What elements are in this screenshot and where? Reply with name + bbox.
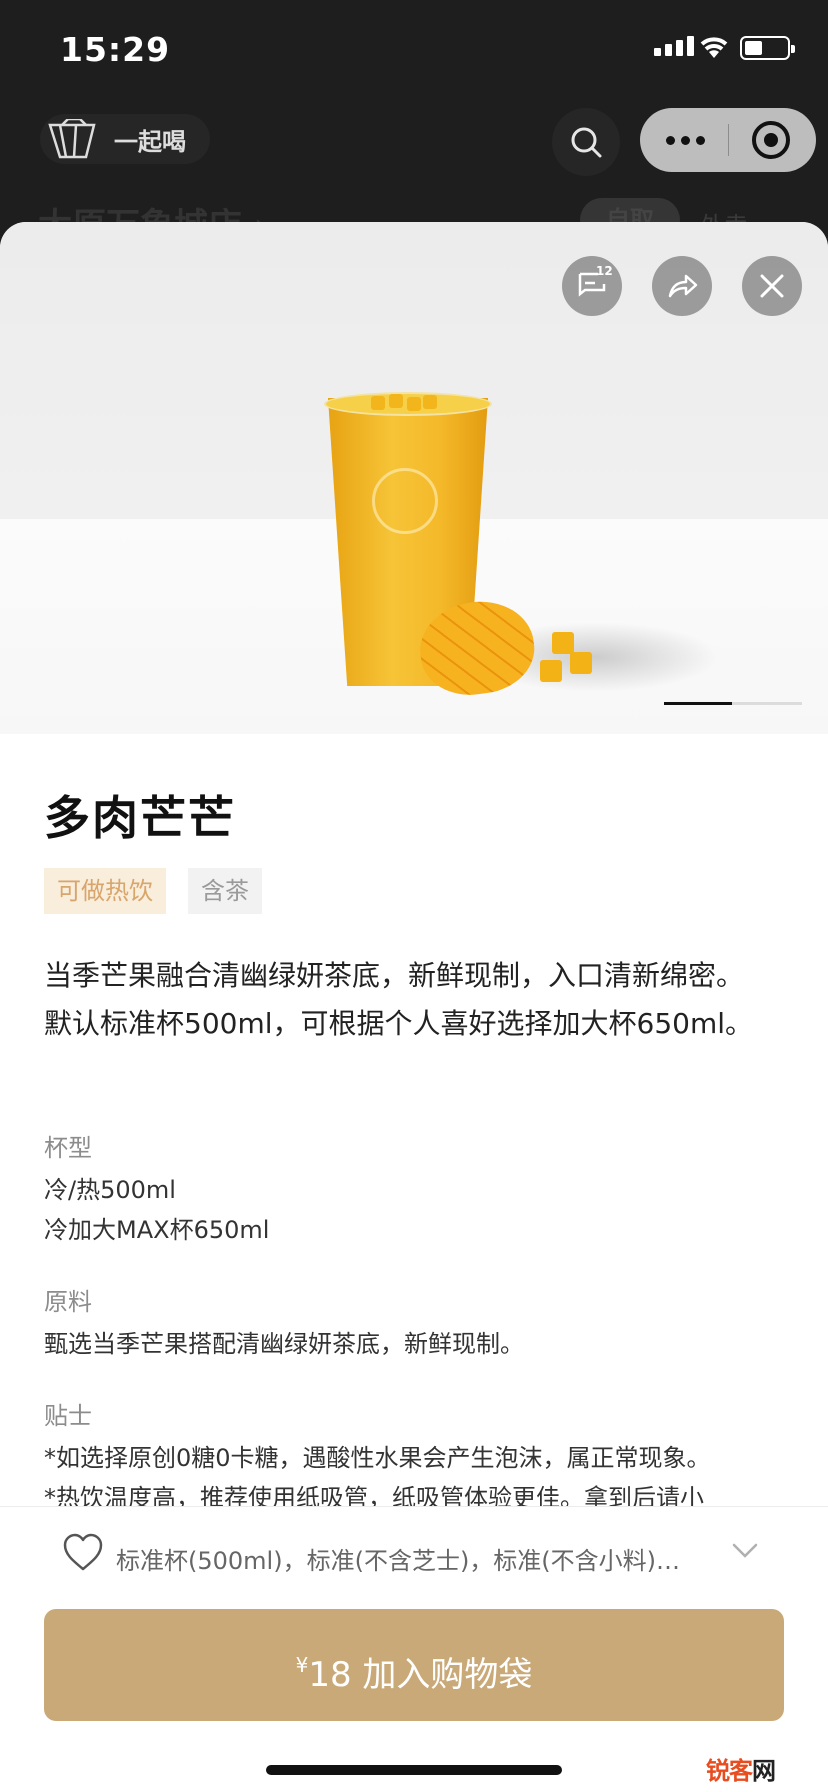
tip-line: *如选择原创0糖0卡糖，遇酸性水果会产生泡沫，属正常现象。 (44, 1444, 711, 1472)
pager-active (664, 702, 732, 705)
tag-hot-drink: 可做热饮 (44, 868, 166, 914)
cup-logo (372, 468, 438, 534)
top-nav: 一起喝 太原万象城店 › 自取 外卖 (0, 100, 828, 246)
watermark-part1: 锐客 (706, 1757, 753, 1785)
share-button[interactable] (652, 256, 712, 316)
price-currency: ¥ (295, 1653, 309, 1677)
close-button[interactable] (742, 256, 802, 316)
wifi-icon (700, 37, 728, 58)
product-title: 多肉芒芒 (44, 791, 236, 845)
favorite-heart-icon[interactable] (62, 1533, 104, 1573)
add-to-bag-button[interactable]: ¥18 加入购物袋 (44, 1609, 784, 1721)
ingredients-label: 原料 (44, 1288, 92, 1316)
cup-option: 冷/热500ml (44, 1176, 176, 1204)
status-time: 15:29 (60, 30, 171, 69)
close-icon (760, 274, 784, 298)
selected-specs[interactable]: 标准杯(500ml)，标准(不含芝士)，标准(不含小料)… (116, 1541, 716, 1576)
ingredients-text: 甄选当季芒果搭配清幽绿妍茶底，新鲜现制。 (44, 1330, 524, 1358)
watermark-part2: 网 (752, 1757, 776, 1785)
comments-button[interactable]: 12 (562, 256, 622, 316)
home-indicator (266, 1765, 562, 1775)
cup-option: 冷加大MAX杯650ml (44, 1216, 270, 1244)
tag-contains-tea: 含茶 (188, 868, 262, 914)
product-description: 当季芒果融合清幽绿妍茶底，新鲜现制，入口清新绵密。默认标准杯500ml，可根据个… (44, 959, 753, 1040)
add-to-bag-label: 加入购物袋 (362, 1655, 533, 1695)
share-icon (668, 274, 698, 298)
close-miniapp-icon[interactable] (752, 121, 790, 159)
search-icon (571, 127, 602, 158)
cup-size-label: 杯型 (44, 1134, 92, 1162)
capsule-divider (728, 124, 729, 156)
brand-button[interactable]: 一起喝 (40, 114, 210, 164)
brand-label: 一起喝 (114, 127, 186, 156)
signal-icon (654, 36, 694, 56)
screen: 15:29 一起喝 太原万象城 (0, 0, 828, 1792)
tips-label: 贴士 (44, 1402, 92, 1430)
cup-logo-icon (48, 119, 96, 159)
status-bar: 15:29 (0, 0, 828, 100)
miniapp-capsule (640, 108, 816, 172)
price-value: 18 (308, 1655, 352, 1695)
watermark: 锐客网 (706, 1751, 776, 1786)
more-icon[interactable] (666, 136, 705, 145)
mango-cube (552, 632, 574, 654)
mango-topping (365, 394, 445, 414)
chevron-down-icon[interactable] (732, 1543, 758, 1559)
carousel-pager (664, 702, 802, 705)
comment-count: 12 (596, 264, 613, 278)
bottom-bar: 标准杯(500ml)，标准(不含芝士)，标准(不含小料)… ¥18 加入购物袋 … (0, 1506, 828, 1792)
product-image-carousel[interactable]: 12 (0, 222, 828, 734)
search-button[interactable] (552, 108, 620, 176)
battery-icon (740, 36, 795, 60)
mango-cube (570, 652, 592, 674)
mango-cube (540, 660, 562, 682)
